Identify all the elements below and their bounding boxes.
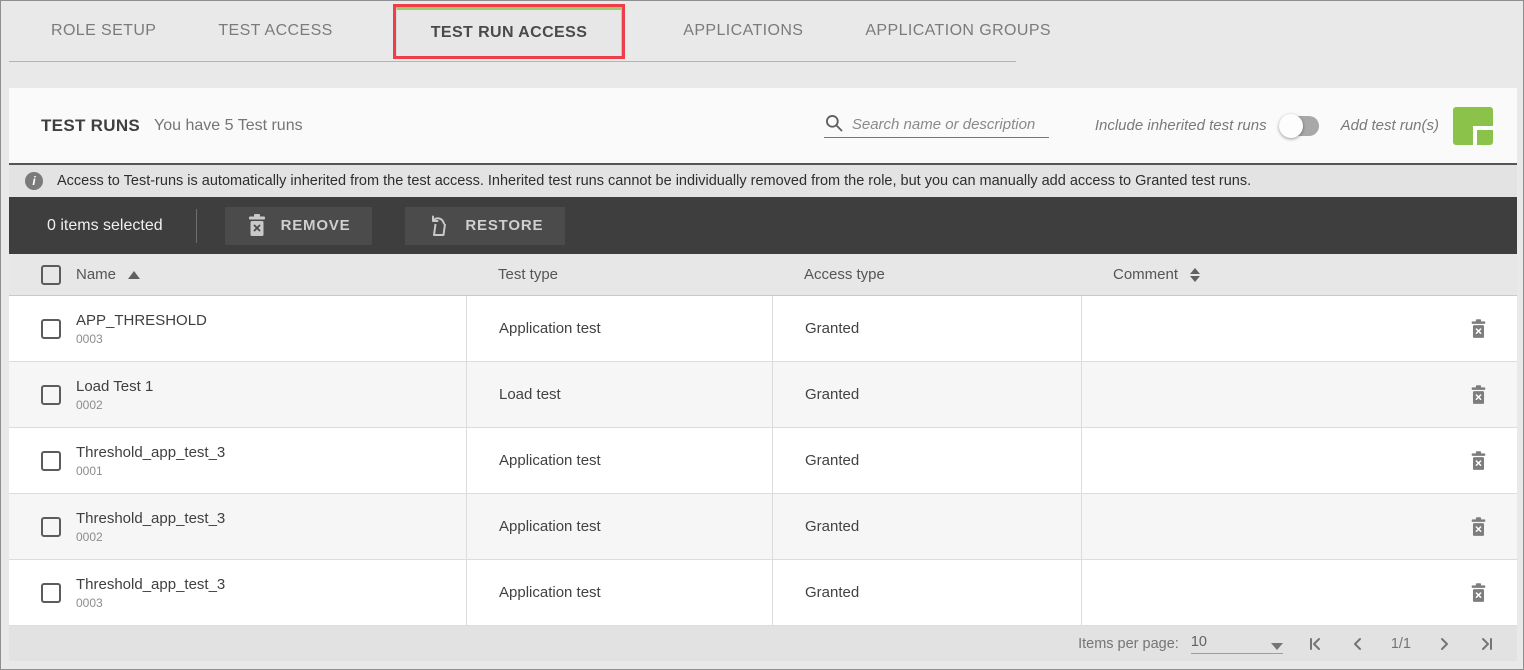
remove-button[interactable]: REMOVE bbox=[225, 207, 373, 245]
sort-icon[interactable] bbox=[1190, 268, 1200, 282]
selection-toolbar: 0 items selected REMOVE RESTORE bbox=[9, 197, 1517, 254]
test-run-name: Threshold_app_test_3 bbox=[76, 576, 225, 593]
first-page-icon bbox=[1307, 635, 1325, 653]
delete-row-button[interactable] bbox=[1470, 583, 1487, 603]
test-type-cell: Application test bbox=[466, 560, 772, 625]
access-type-cell: Granted bbox=[772, 362, 1081, 427]
restore-icon bbox=[427, 214, 451, 238]
remove-button-label: REMOVE bbox=[281, 217, 351, 234]
test-run-id: 0002 bbox=[76, 398, 153, 412]
test-run-id: 0003 bbox=[76, 332, 207, 346]
table-header-row: Name Test type Access type Comment bbox=[9, 254, 1517, 296]
app-window: ROLE SETUP TEST ACCESS TEST RUN ACCESS A… bbox=[0, 0, 1524, 670]
trash-x-icon bbox=[247, 214, 267, 237]
test-type-cell: Application test bbox=[466, 428, 772, 493]
test-run-id: 0001 bbox=[76, 464, 225, 478]
add-test-run-label: Add test run(s) bbox=[1341, 117, 1439, 134]
column-header-name[interactable]: Name bbox=[76, 266, 116, 283]
annotation-highlight-box: TEST RUN ACCESS bbox=[393, 4, 626, 59]
items-per-page-label: Items per page: bbox=[1078, 636, 1179, 652]
info-bar-text: Access to Test-runs is automatically inh… bbox=[57, 173, 1251, 189]
search-field[interactable] bbox=[824, 113, 1049, 138]
column-header-comment[interactable]: Comment bbox=[1113, 266, 1178, 283]
page-title: TEST RUNS bbox=[41, 116, 140, 136]
sort-ascending-icon[interactable] bbox=[128, 271, 140, 279]
trash-x-icon bbox=[1470, 385, 1487, 405]
include-inherited-label: Include inherited test runs bbox=[1095, 117, 1267, 134]
items-per-page-value: 10 bbox=[1191, 634, 1207, 650]
info-icon: i bbox=[25, 172, 43, 190]
trash-x-icon bbox=[1470, 583, 1487, 603]
delete-row-button[interactable] bbox=[1470, 319, 1487, 339]
row-checkbox[interactable] bbox=[41, 517, 61, 537]
tab-test-access[interactable]: TEST ACCESS bbox=[188, 1, 362, 61]
last-page-icon bbox=[1477, 635, 1495, 653]
test-type-cell: Load test bbox=[466, 362, 772, 427]
search-input[interactable] bbox=[852, 116, 1049, 133]
chevron-right-icon bbox=[1435, 635, 1453, 653]
access-type-cell: Granted bbox=[772, 428, 1081, 493]
search-icon bbox=[824, 113, 844, 133]
row-checkbox[interactable] bbox=[41, 451, 61, 471]
table-row[interactable]: Threshold_app_test_3 0003 Application te… bbox=[9, 560, 1517, 626]
tab-applications[interactable]: APPLICATIONS bbox=[653, 1, 833, 61]
test-type-cell: Application test bbox=[466, 296, 772, 361]
toggle-knob bbox=[1279, 114, 1303, 138]
tabbar-underline bbox=[9, 61, 1016, 62]
table-row[interactable]: APP_THRESHOLD 0003 Application test Gran… bbox=[9, 296, 1517, 362]
test-run-name: Load Test 1 bbox=[76, 378, 153, 395]
access-type-cell: Granted bbox=[772, 296, 1081, 361]
test-run-id: 0003 bbox=[76, 596, 225, 610]
add-test-run-button[interactable] bbox=[1453, 107, 1493, 145]
test-run-id: 0002 bbox=[76, 530, 225, 544]
delete-row-button[interactable] bbox=[1470, 517, 1487, 537]
select-all-checkbox[interactable] bbox=[41, 265, 61, 285]
tab-role-setup[interactable]: ROLE SETUP bbox=[21, 1, 186, 61]
panel-header: TEST RUNS You have 5 Test runs Include i… bbox=[9, 88, 1517, 163]
first-page-button[interactable] bbox=[1307, 635, 1325, 653]
tab-test-run-access[interactable]: TEST RUN ACCESS bbox=[396, 7, 623, 56]
test-type-cell: Application test bbox=[466, 494, 772, 559]
trash-x-icon bbox=[1470, 517, 1487, 537]
table-row[interactable]: Threshold_app_test_3 0002 Application te… bbox=[9, 494, 1517, 560]
column-header-access-type[interactable]: Access type bbox=[772, 266, 1081, 283]
table-row[interactable]: Load Test 1 0002 Load test Granted bbox=[9, 362, 1517, 428]
trash-x-icon bbox=[1470, 319, 1487, 339]
access-type-cell: Granted bbox=[772, 560, 1081, 625]
test-run-count-text: You have 5 Test runs bbox=[154, 117, 303, 135]
info-bar: i Access to Test-runs is automatically i… bbox=[9, 163, 1517, 197]
column-header-test-type[interactable]: Test type bbox=[466, 266, 772, 283]
toolbar-divider bbox=[196, 209, 197, 243]
restore-button-label: RESTORE bbox=[465, 217, 543, 234]
trash-x-icon bbox=[1470, 451, 1487, 471]
row-checkbox[interactable] bbox=[41, 319, 61, 339]
items-per-page-select[interactable]: 10 bbox=[1191, 634, 1283, 654]
tab-application-groups[interactable]: APPLICATION GROUPS bbox=[835, 1, 1081, 61]
include-inherited-toggle[interactable] bbox=[1281, 116, 1319, 136]
tab-bar: ROLE SETUP TEST ACCESS TEST RUN ACCESS A… bbox=[1, 1, 1523, 61]
previous-page-button[interactable] bbox=[1349, 635, 1367, 653]
table-footer: Items per page: 10 1/1 bbox=[9, 626, 1517, 661]
restore-button[interactable]: RESTORE bbox=[405, 207, 565, 245]
test-run-name: APP_THRESHOLD bbox=[76, 312, 207, 329]
row-checkbox[interactable] bbox=[41, 385, 61, 405]
next-page-button[interactable] bbox=[1435, 635, 1453, 653]
table-body: APP_THRESHOLD 0003 Application test Gran… bbox=[9, 296, 1517, 626]
row-checkbox[interactable] bbox=[41, 583, 61, 603]
table-row[interactable]: Threshold_app_test_3 0001 Application te… bbox=[9, 428, 1517, 494]
chevron-left-icon bbox=[1349, 635, 1367, 653]
delete-row-button[interactable] bbox=[1470, 385, 1487, 405]
delete-row-button[interactable] bbox=[1470, 451, 1487, 471]
chevron-down-icon bbox=[1271, 643, 1283, 650]
page-indicator: 1/1 bbox=[1391, 636, 1411, 652]
access-type-cell: Granted bbox=[772, 494, 1081, 559]
last-page-button[interactable] bbox=[1477, 635, 1495, 653]
items-selected-text: 0 items selected bbox=[47, 217, 163, 235]
test-run-name: Threshold_app_test_3 bbox=[76, 510, 225, 527]
test-run-name: Threshold_app_test_3 bbox=[76, 444, 225, 461]
test-runs-panel: TEST RUNS You have 5 Test runs Include i… bbox=[9, 88, 1517, 661]
